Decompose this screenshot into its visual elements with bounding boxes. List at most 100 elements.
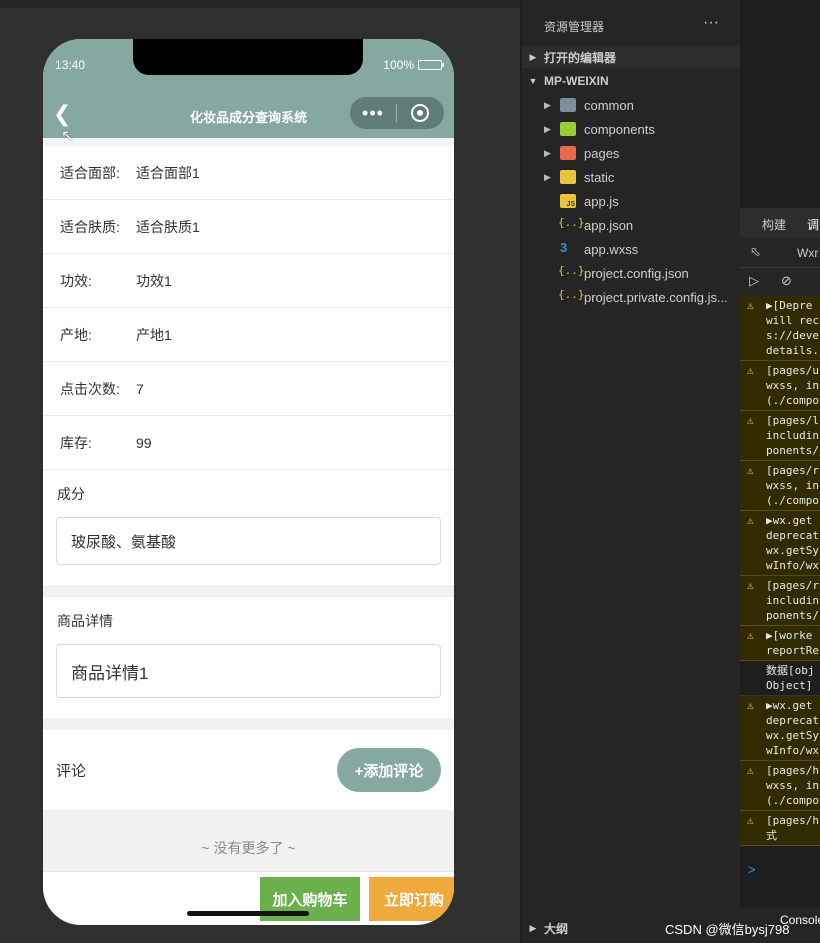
tree-item-label: pages bbox=[584, 145, 620, 161]
tree-item-label: app.js bbox=[584, 193, 619, 209]
tree-item-label: project.private.config.js... bbox=[584, 289, 728, 305]
simulator-topbar bbox=[0, 0, 520, 8]
details-section: 商品详情 商品详情1 bbox=[43, 597, 454, 718]
more-options-icon[interactable]: ••• bbox=[350, 104, 396, 122]
json-file-icon: {..} bbox=[558, 264, 585, 277]
console-line: deprecat bbox=[766, 714, 819, 727]
console-line: [pages/h bbox=[766, 814, 819, 827]
console-warning[interactable]: ⚠ [pages/l includin ponents/ bbox=[740, 411, 820, 461]
info-row: 点击次数: 7 bbox=[43, 362, 454, 416]
mini-program-capsule: ••• bbox=[350, 97, 444, 129]
warning-icon: ⚠ bbox=[747, 364, 754, 377]
console-warning[interactable]: ⚠ [pages/h wxss, in (./compo bbox=[740, 761, 820, 811]
console-line: wx.getSy bbox=[766, 544, 819, 557]
console-line: 式 bbox=[766, 829, 777, 842]
tree-item[interactable]: ▶ pages bbox=[522, 141, 740, 165]
chevron-right-icon: ▶ bbox=[529, 922, 537, 933]
chevron-right-icon: ▶ bbox=[544, 99, 551, 110]
console-warning[interactable]: ⚠ [pages/u wxss, in (./compo bbox=[740, 361, 820, 411]
simulator-panel: 13:40 100% ❮ 化妆品成分查询系统 ••• 适合面部: 适合面部1 适合肤… bbox=[0, 0, 520, 943]
phone-notch bbox=[133, 39, 363, 75]
details-field: 商品详情1 bbox=[56, 644, 441, 698]
order-now-button[interactable]: 立即订购 bbox=[369, 877, 454, 921]
console-warning[interactable]: ⚠ [pages/h 式 bbox=[740, 811, 820, 846]
tab-debug[interactable]: 调 bbox=[807, 216, 819, 233]
console-warning[interactable]: ⚠ ▶[Depre will rec s://deve details. bbox=[740, 296, 820, 361]
tree-item[interactable]: ▶ common bbox=[522, 93, 740, 117]
tab-wxml[interactable]: Wxr bbox=[797, 246, 818, 260]
close-mini-program-icon[interactable] bbox=[397, 104, 443, 122]
console-warning[interactable]: ⚠ ▶[worke reportRe bbox=[740, 626, 820, 661]
console-prompt[interactable]: > bbox=[740, 862, 820, 886]
chevron-right-icon: ▶ bbox=[529, 51, 537, 62]
tab-build[interactable]: 构建 bbox=[762, 216, 786, 233]
console-line: [pages/r bbox=[766, 579, 819, 592]
open-editors-section[interactable]: ▶ 打开的编辑器 bbox=[522, 46, 740, 68]
info-value: 7 bbox=[136, 380, 144, 397]
info-value: 产地1 bbox=[136, 326, 172, 343]
explorer-more-icon[interactable]: ··· bbox=[703, 14, 719, 32]
sidebar-toggle-icon[interactable]: ▷ bbox=[749, 273, 759, 289]
devtools-panel: 构建 调 ⬁ Wxr ▷ ⊘ ⚠ ▶[Depre will rec s://deve d… bbox=[740, 0, 820, 943]
console-line: (./compo bbox=[766, 794, 819, 807]
chevron-down-icon: ▼ bbox=[528, 76, 538, 86]
open-editors-label: 打开的编辑器 bbox=[544, 50, 617, 65]
section-gap bbox=[43, 718, 454, 730]
tree-item[interactable]: {..} project.config.json bbox=[522, 261, 740, 285]
project-label: MP-WEIXIN bbox=[544, 74, 609, 88]
console-line: reportRe bbox=[766, 644, 819, 657]
console-warning[interactable]: ⚠ [pages/r includin ponents/ bbox=[740, 576, 820, 626]
console-line: deprecat bbox=[766, 529, 819, 542]
section-gap bbox=[43, 585, 454, 597]
console-warning[interactable]: ⚠ [pages/r wxss, in (./compo bbox=[740, 461, 820, 511]
tree-item[interactable]: {..} app.json bbox=[522, 213, 740, 237]
details-title: 商品详情 bbox=[57, 613, 113, 629]
tree-item-label: static bbox=[584, 169, 615, 185]
console-line: wxss, in bbox=[766, 479, 819, 492]
warning-icon: ⚠ bbox=[747, 514, 754, 527]
info-value: 适合肤质1 bbox=[136, 218, 200, 235]
tree-item[interactable]: {..} project.private.config.js... bbox=[522, 285, 740, 309]
console-line: wInfo/wx bbox=[766, 559, 819, 572]
tree-item-label: app.wxss bbox=[584, 241, 639, 257]
console-line: wInfo/wx bbox=[766, 744, 819, 757]
tree-item[interactable]: ▶ components bbox=[522, 117, 740, 141]
nav-bar: ❮ 化妆品成分查询系统 ••• bbox=[43, 93, 454, 138]
ingredients-section: 成分 玻尿酸、氨基酸 bbox=[43, 470, 454, 585]
console-line: wx.getSy bbox=[766, 729, 819, 742]
clear-console-icon[interactable]: ⊘ bbox=[781, 273, 792, 289]
tree-item[interactable]: ▶ static bbox=[522, 165, 740, 189]
tree-item[interactable]: JS app.js bbox=[522, 189, 740, 213]
static-folder-icon bbox=[560, 170, 576, 184]
phone-frame: 13:40 100% ❮ 化妆品成分查询系统 ••• 适合面部: 适合面部1 适合肤… bbox=[43, 39, 454, 925]
console-line: wxss, in bbox=[766, 779, 819, 792]
ingredients-title: 成分 bbox=[57, 486, 85, 502]
product-info-card: 适合面部: 适合面部1 适合肤质: 适合肤质1 功效: 功效1 产地: 产地1 点击次数: 7 库存… bbox=[43, 146, 454, 470]
console-message[interactable]: 数据[obj Object] bbox=[740, 661, 820, 696]
console-warning[interactable]: ⚠ ▶wx.get deprecat wx.getSy wInfo/wx bbox=[740, 696, 820, 761]
console-toolbar: ▷ ⊘ bbox=[740, 268, 820, 296]
console-warning[interactable]: ⚠ ▶wx.get deprecat wx.getSy wInfo/wx bbox=[740, 511, 820, 576]
console-line: ▶[Depre bbox=[766, 299, 813, 312]
console-line: [pages/u bbox=[766, 364, 819, 377]
page-content: 适合面部: 适合面部1 适合肤质: 适合肤质1 功效: 功效1 产地: 产地1 点击次数: 7 库存… bbox=[43, 138, 454, 925]
info-label: 库存: bbox=[60, 434, 92, 451]
console-line: ▶wx.get bbox=[766, 699, 813, 712]
info-label: 适合肤质: bbox=[60, 218, 120, 235]
json-file-icon: {..} bbox=[558, 216, 585, 229]
console-line: ponents/ bbox=[766, 609, 819, 622]
add-review-button[interactable]: +添加评论 bbox=[337, 748, 441, 792]
watermark: CSDN @微信bysj798 bbox=[665, 922, 790, 937]
element-picker-icon[interactable]: ⬁ bbox=[750, 244, 761, 260]
console-line: includin bbox=[766, 594, 819, 607]
bottom-action-bar: 加入购物车 立即订购 bbox=[43, 871, 454, 925]
chevron-right-icon: ▶ bbox=[544, 147, 551, 158]
tree-item[interactable]: 3 app.wxss bbox=[522, 237, 740, 261]
info-row: 库存: 99 bbox=[43, 416, 454, 470]
explorer-panel: 资源管理器 ··· ▶ 打开的编辑器 ▼ MP-WEIXIN ▶ common ▶ c… bbox=[522, 0, 740, 943]
project-section[interactable]: ▼ MP-WEIXIN bbox=[522, 70, 740, 92]
info-label: 产地: bbox=[60, 326, 92, 343]
warning-icon: ⚠ bbox=[747, 629, 754, 642]
console-line: wxss, in bbox=[766, 379, 819, 392]
info-label: 适合面部: bbox=[60, 164, 120, 181]
